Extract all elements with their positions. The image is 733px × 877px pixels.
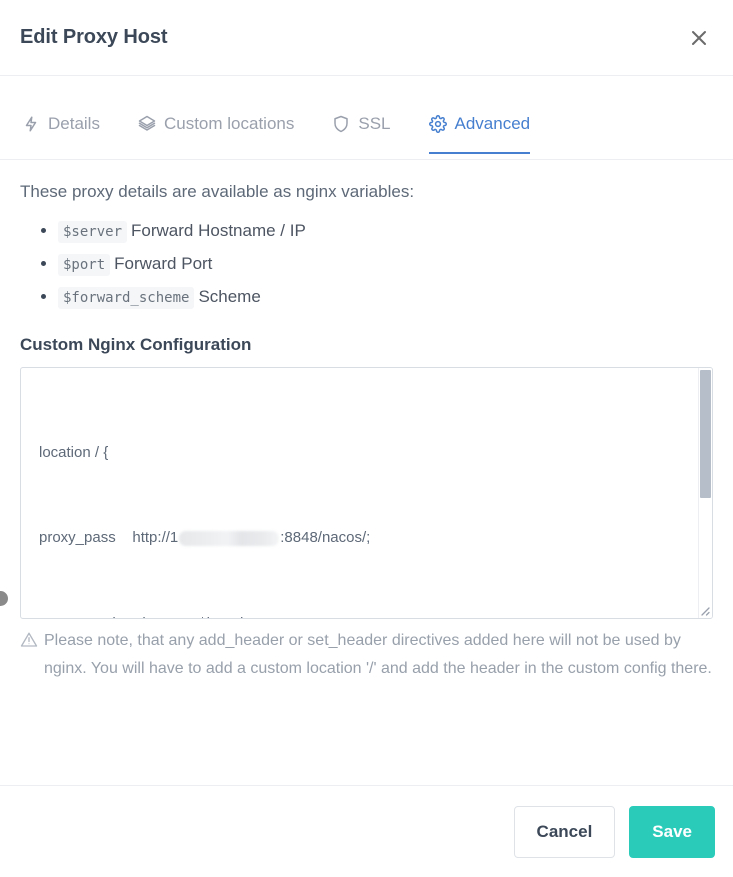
- config-scrollbar-track[interactable]: [698, 367, 712, 618]
- nginx-variable-list: $serverForward Hostname / IP $portForwar…: [20, 220, 713, 309]
- variable-code-server: $server: [58, 221, 128, 243]
- tab-ssl-label: SSL: [358, 114, 391, 133]
- config-scrollbar-thumb[interactable]: [700, 369, 711, 498]
- config-line: proxy_set_header Host $http_host;: [39, 610, 694, 618]
- tab-bar: Details Custom locations SSL Advanced: [0, 76, 733, 160]
- modal-body: These proxy details are available as ngi…: [0, 160, 733, 760]
- variable-code-forward-scheme: $forward_scheme: [58, 286, 195, 309]
- tab-ssl[interactable]: SSL: [326, 98, 404, 150]
- bolt-icon: [22, 115, 40, 133]
- modal-header: Edit Proxy Host: [0, 0, 733, 76]
- gear-icon: [428, 115, 447, 133]
- config-code-content[interactable]: location / { proxy_pass http://1 :8848/na…: [21, 368, 712, 618]
- close-icon[interactable]: [683, 22, 715, 54]
- layers-icon: [138, 115, 156, 133]
- config-warning-note: Please note, that any add_header or set_…: [20, 627, 720, 683]
- tab-advanced[interactable]: Advanced: [423, 98, 545, 154]
- tab-advanced-label: Advanced: [454, 114, 531, 133]
- config-line: proxy_pass http://1 :8848/nacos/;: [39, 524, 694, 553]
- edit-proxy-host-modal: Edit Proxy Host Details Custom locations…: [0, 0, 733, 877]
- variable-desc-forward-scheme: Scheme: [198, 286, 261, 306]
- variable-desc-server: Forward Hostname / IP: [131, 221, 306, 240]
- tab-details[interactable]: Details: [16, 98, 114, 150]
- custom-nginx-configuration-label: Custom Nginx Configuration: [20, 334, 252, 354]
- tab-custom-locations-label: Custom locations: [163, 114, 295, 133]
- config-line-text: location / {: [39, 443, 109, 461]
- cursor-indicator: [0, 590, 9, 607]
- list-item: $portForward Port: [58, 253, 713, 276]
- variable-desc-port: Forward Port: [114, 253, 213, 273]
- shield-icon: [332, 115, 350, 133]
- intro-text: These proxy details are available as ngi…: [20, 182, 415, 201]
- tab-details-label: Details: [48, 114, 100, 133]
- list-item: $serverForward Hostname / IP: [58, 220, 713, 243]
- variable-code-port: $port: [58, 253, 111, 276]
- config-line-text: proxy_set_header Host $http_host;: [39, 615, 272, 618]
- list-item: $forward_schemeScheme: [58, 286, 713, 309]
- textarea-resize-handle[interactable]: [697, 603, 711, 617]
- tab-custom-locations[interactable]: Custom locations: [132, 98, 308, 150]
- cancel-button[interactable]: Cancel: [513, 805, 616, 858]
- config-line: location / {: [39, 439, 694, 468]
- config-warning-text: Please note, that any add_header or set_…: [44, 631, 712, 677]
- config-line-text-after: :8848/nacos/;: [280, 529, 371, 547]
- warning-triangle-icon: [20, 631, 38, 683]
- modal-footer: Cancel Save: [0, 785, 733, 877]
- redacted-ip-block: [179, 530, 280, 546]
- page-title: Edit Proxy Host: [20, 26, 168, 48]
- custom-nginx-config-textarea[interactable]: location / { proxy_pass http://1 :8848/na…: [20, 366, 713, 619]
- config-line-text: proxy_pass http://1: [39, 529, 179, 547]
- save-button[interactable]: Save: [629, 805, 715, 858]
